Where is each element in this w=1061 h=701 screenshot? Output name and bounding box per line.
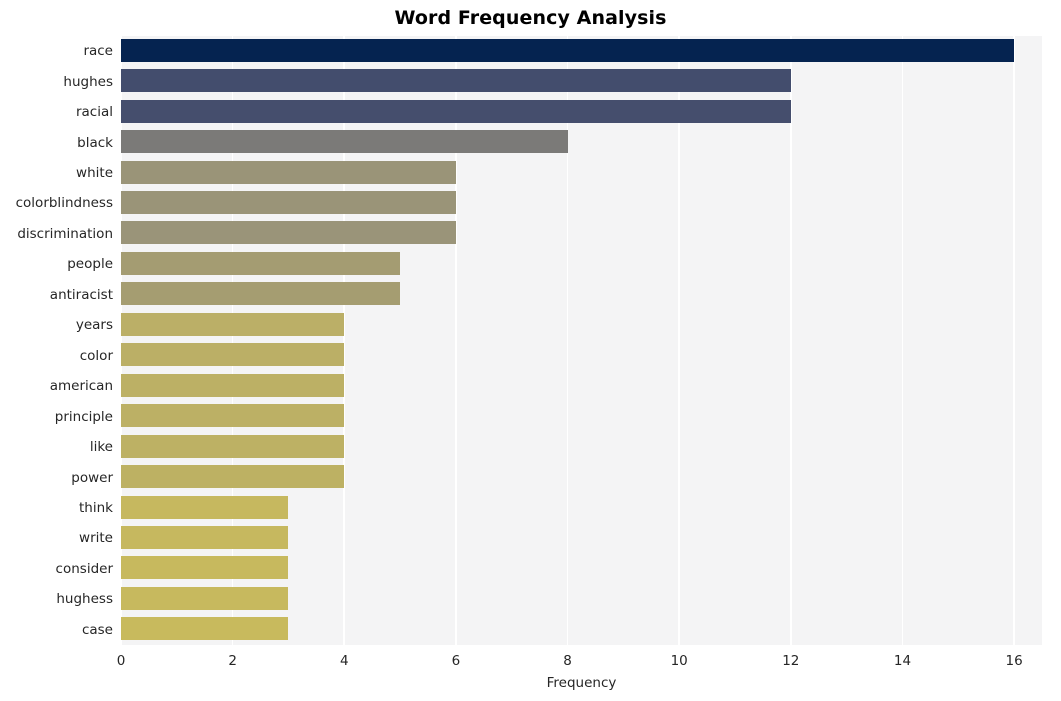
bar-row[interactable]: [121, 371, 1042, 400]
bar-power[interactable]: [121, 465, 345, 489]
bar-row[interactable]: [121, 127, 1042, 156]
bar-think[interactable]: [121, 495, 289, 519]
bar-hughess[interactable]: [121, 586, 289, 610]
bar-color[interactable]: [121, 343, 345, 367]
bar-row[interactable]: [121, 280, 1042, 309]
x-axis-label: Frequency: [546, 675, 617, 691]
x-tick-label-2: 2: [228, 653, 237, 669]
bar-row[interactable]: [121, 493, 1042, 522]
plot-area: [121, 36, 1042, 645]
bar-row[interactable]: [121, 432, 1042, 461]
y-tick-label-white: white: [76, 165, 113, 182]
bar-years[interactable]: [121, 312, 345, 336]
bar-consider[interactable]: [121, 556, 289, 580]
bar-racial[interactable]: [121, 99, 791, 123]
y-tick-label-write: write: [79, 530, 113, 547]
bar-row[interactable]: [121, 310, 1042, 339]
x-tick-label-0: 0: [116, 653, 126, 669]
y-tick-label-people: people: [67, 256, 113, 273]
bar-row[interactable]: [121, 462, 1042, 491]
bar-american[interactable]: [121, 373, 345, 397]
bar-row[interactable]: [121, 401, 1042, 430]
y-tick-label-color: color: [79, 347, 113, 364]
x-tick-label-10: 10: [670, 653, 688, 669]
bar-white[interactable]: [121, 160, 456, 184]
y-tick-label-think: think: [79, 499, 113, 516]
y-tick-label-discrimination: discrimination: [17, 225, 113, 242]
bar-row[interactable]: [121, 97, 1042, 126]
y-tick-label-consider: consider: [55, 560, 113, 577]
bar-row[interactable]: [121, 219, 1042, 248]
y-tick-label-american: american: [49, 378, 113, 395]
y-tick-label-power: power: [71, 469, 113, 486]
y-tick-label-race: race: [83, 43, 113, 60]
bar-race[interactable]: [121, 38, 1015, 62]
bar-antiracist[interactable]: [121, 282, 401, 306]
bar-row[interactable]: [121, 36, 1042, 65]
x-tick-label-12: 12: [782, 653, 800, 669]
x-axis: 0 2 4 6 8 10 12 14 16 Frequency: [0, 645, 1061, 701]
bar-black[interactable]: [121, 130, 568, 154]
chart-title: Word Frequency Analysis: [394, 7, 667, 29]
x-tick-label-6: 6: [451, 653, 461, 669]
bar-row[interactable]: [121, 615, 1042, 644]
chart-figure: Word Frequency Analysis race hughes racial…: [0, 0, 1061, 701]
y-tick-label-antiracist: antiracist: [49, 286, 113, 303]
bar-people[interactable]: [121, 251, 401, 275]
y-tick-label-colorblindness: colorblindness: [15, 195, 113, 212]
bar-row[interactable]: [121, 341, 1042, 370]
bar-row[interactable]: [121, 158, 1042, 187]
x-tick-label-16: 16: [1005, 653, 1023, 669]
x-tick-label-14: 14: [893, 653, 912, 669]
bar-row[interactable]: [121, 188, 1042, 217]
bar-principle[interactable]: [121, 404, 345, 428]
bar-hughes[interactable]: [121, 69, 791, 93]
y-tick-label-years: years: [75, 317, 113, 334]
bar-row[interactable]: [121, 523, 1042, 552]
y-tick-label-black: black: [77, 134, 113, 151]
y-tick-label-racial: racial: [75, 104, 113, 121]
y-tick-label-case: case: [81, 621, 113, 638]
y-tick-label-hughess: hughess: [56, 591, 113, 608]
y-tick-label-principle: principle: [54, 408, 113, 425]
y-tick-label-hughes: hughes: [63, 73, 113, 90]
bar-like[interactable]: [121, 434, 345, 458]
bar-discrimination[interactable]: [121, 221, 456, 245]
bar-colorblindness[interactable]: [121, 191, 456, 215]
bar-row[interactable]: [121, 584, 1042, 613]
y-axis-tick-labels: race hughes racial black white colorblindness…: [0, 36, 113, 645]
bar-write[interactable]: [121, 525, 289, 549]
x-tick-label-8: 8: [563, 653, 572, 669]
bar-row[interactable]: [121, 249, 1042, 278]
bar-row[interactable]: [121, 554, 1042, 583]
y-tick-label-like: like: [89, 439, 113, 456]
bar-row[interactable]: [121, 66, 1042, 95]
x-tick-label-4: 4: [339, 653, 349, 669]
bar-case[interactable]: [121, 617, 289, 641]
